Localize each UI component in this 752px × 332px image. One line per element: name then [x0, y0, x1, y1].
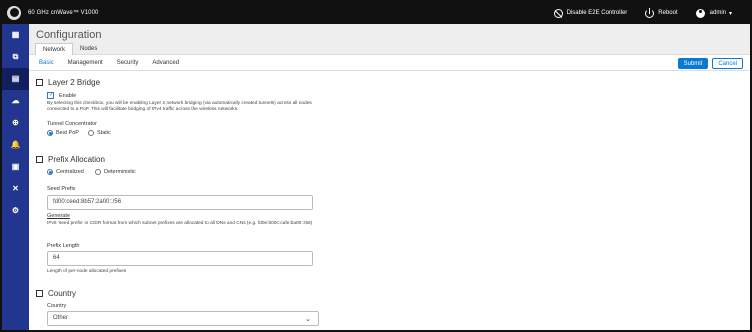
prefix-option-deterministic[interactable]: Deterministic: [95, 169, 136, 175]
sidebar-item-dashboard[interactable]: ▦: [2, 24, 29, 46]
cloud-upload-icon: ☁: [11, 96, 20, 105]
network-basic-form: Layer 2 Bridge Enable By selecting this …: [36, 73, 736, 330]
centralized-label: Centralized: [56, 169, 84, 175]
sidebar-item-settings[interactable]: ⚙: [2, 200, 29, 222]
dashboard-icon: ▦: [11, 30, 20, 39]
sidebar-item-cloud-upload[interactable]: ☁: [2, 90, 29, 112]
disable-icon: [553, 8, 563, 18]
seed-prefix-input[interactable]: fd00:ceed:8b57:2a00::/56: [47, 195, 313, 210]
sidebar-item-tools[interactable]: ✕: [2, 178, 29, 200]
subtab-advanced[interactable]: Advanced: [152, 60, 179, 66]
configuration-tabs: Network Nodes: [35, 43, 104, 55]
calendar-icon: ▣: [11, 162, 20, 171]
top-navigation-bar: 60 GHz cnWave™ V1000 Disable E2E Control…: [2, 2, 750, 24]
disable-e2e-controller-label: Disable E2E Controller: [566, 10, 628, 16]
layer2-bridge-title: Layer 2 Bridge: [48, 78, 101, 87]
configuration-header: Configuration Network Nodes: [29, 24, 750, 55]
country-title: Country: [48, 289, 77, 298]
static-label: Static: [97, 130, 111, 136]
layer2-enable-label: Enable: [59, 92, 77, 99]
country-select[interactable]: Other ⌄: [47, 311, 319, 326]
generate-link[interactable]: Generate: [47, 213, 70, 219]
prefix-length-label: Prefix Length: [47, 243, 80, 249]
prefix-allocation-section-title: Prefix Allocation: [36, 155, 105, 164]
tab-network[interactable]: Network: [35, 43, 74, 55]
deterministic-radio[interactable]: [95, 169, 101, 175]
country-section-title: Country: [36, 289, 76, 298]
power-icon: [645, 7, 655, 18]
user-icon: [695, 8, 705, 18]
username: admin: [709, 10, 726, 16]
app-title: 60 GHz cnWave™ V1000: [28, 10, 99, 16]
subtab-security[interactable]: Security: [117, 60, 139, 66]
prefix-allocation-title: Prefix Allocation: [48, 155, 105, 164]
best-pop-radio[interactable]: [47, 130, 53, 136]
form-actions: Submit Cancel: [677, 58, 743, 69]
country-selected-value: Other: [53, 315, 69, 321]
cancel-button[interactable]: Cancel: [712, 58, 743, 69]
sidebar: ▦ ⧉ ▤ ☁ ⊕ 🔔 ▣ ✕ ⚙: [2, 24, 29, 330]
country-label: Country: [47, 303, 67, 309]
document-icon: ▤: [11, 74, 20, 83]
chevron-down-icon: ⌄: [305, 316, 311, 323]
layer2-description: By selecting this checkbox, you will be …: [47, 101, 312, 112]
prefix-option-centralized[interactable]: Centralized: [47, 169, 84, 175]
prefix-allocation-checkbox[interactable]: [36, 156, 43, 163]
subtab-management[interactable]: Management: [68, 60, 103, 66]
subtab-basic[interactable]: Basic: [39, 60, 54, 66]
reboot-button[interactable]: Reboot: [645, 7, 678, 18]
configuration-subtabs: Basic Management Security Advanced: [29, 55, 750, 71]
sidebar-item-crosshair[interactable]: ⊕: [2, 112, 29, 134]
seed-prefix-help: IPv6 'seed prefix' in CIDR format from w…: [47, 221, 313, 226]
brand-logo-icon: [7, 6, 21, 20]
reboot-label: Reboot: [658, 10, 678, 16]
best-pop-label: Best PoP: [56, 130, 79, 136]
sidebar-item-alerts[interactable]: 🔔: [2, 134, 29, 156]
tunnel-option-static[interactable]: Static: [88, 130, 111, 136]
static-radio[interactable]: [88, 130, 94, 136]
sidebar-item-configuration[interactable]: ▤: [2, 68, 29, 90]
sidebar-item-calendar[interactable]: ▣: [2, 156, 29, 178]
page-title: Configuration: [36, 29, 102, 41]
settings-icon: ⚙: [11, 206, 20, 215]
application-window: 60 GHz cnWave™ V1000 Disable E2E Control…: [0, 0, 752, 332]
crosshair-icon: ⊕: [12, 118, 19, 127]
user-menu[interactable]: admin ▾: [695, 8, 732, 18]
layer2-bridge-checkbox[interactable]: [36, 79, 43, 86]
layer2-bridge-section-title: Layer 2 Bridge: [36, 78, 100, 87]
pages-icon: ⧉: [12, 52, 19, 61]
bell-icon: 🔔: [10, 140, 21, 149]
deterministic-label: Deterministic: [104, 169, 136, 175]
submit-button[interactable]: Submit: [677, 58, 709, 69]
prefix-length-input[interactable]: 64: [47, 251, 313, 266]
main-content: Configuration Network Nodes Basic Manage…: [29, 24, 750, 330]
country-checkbox[interactable]: [36, 290, 43, 297]
tools-icon: ✕: [12, 184, 19, 193]
seed-prefix-label: Seed Prefix: [47, 186, 76, 192]
tab-nodes[interactable]: Nodes: [73, 43, 104, 55]
disable-e2e-controller-button[interactable]: Disable E2E Controller: [553, 8, 628, 18]
top-actions: Disable E2E Controller Reboot admin ▾: [553, 2, 750, 24]
sidebar-item-pages[interactable]: ⧉: [2, 46, 29, 68]
chevron-down-icon: ▾: [728, 10, 732, 17]
prefix-length-help: Length of per-node allocated prefixes: [47, 269, 127, 274]
layer2-enable-checkbox[interactable]: [47, 91, 54, 99]
tunnel-concentrator-label: Tunnel Concentrator: [47, 121, 97, 127]
centralized-radio[interactable]: [47, 169, 53, 175]
layer2-enable-row[interactable]: Enable: [47, 91, 77, 99]
tunnel-option-best-pop[interactable]: Best PoP: [47, 130, 79, 136]
